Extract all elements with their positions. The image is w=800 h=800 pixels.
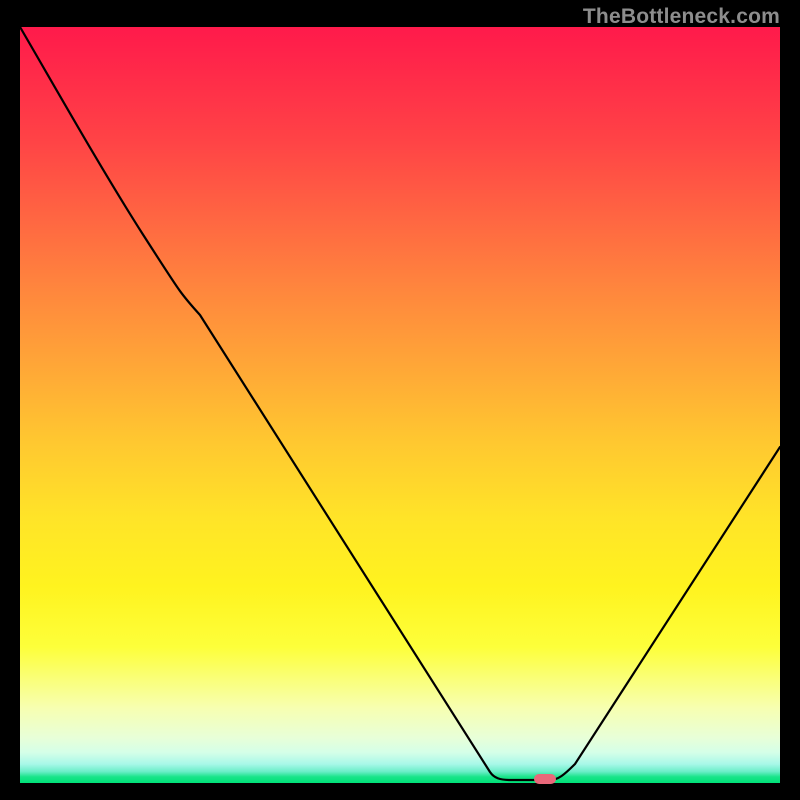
curve-path bbox=[20, 27, 780, 780]
optimal-point-marker bbox=[534, 774, 556, 784]
bottleneck-curve bbox=[20, 27, 780, 783]
chart-frame: TheBottleneck.com bbox=[0, 0, 800, 800]
plot-area bbox=[20, 27, 780, 783]
watermark-text: TheBottleneck.com bbox=[583, 5, 780, 29]
